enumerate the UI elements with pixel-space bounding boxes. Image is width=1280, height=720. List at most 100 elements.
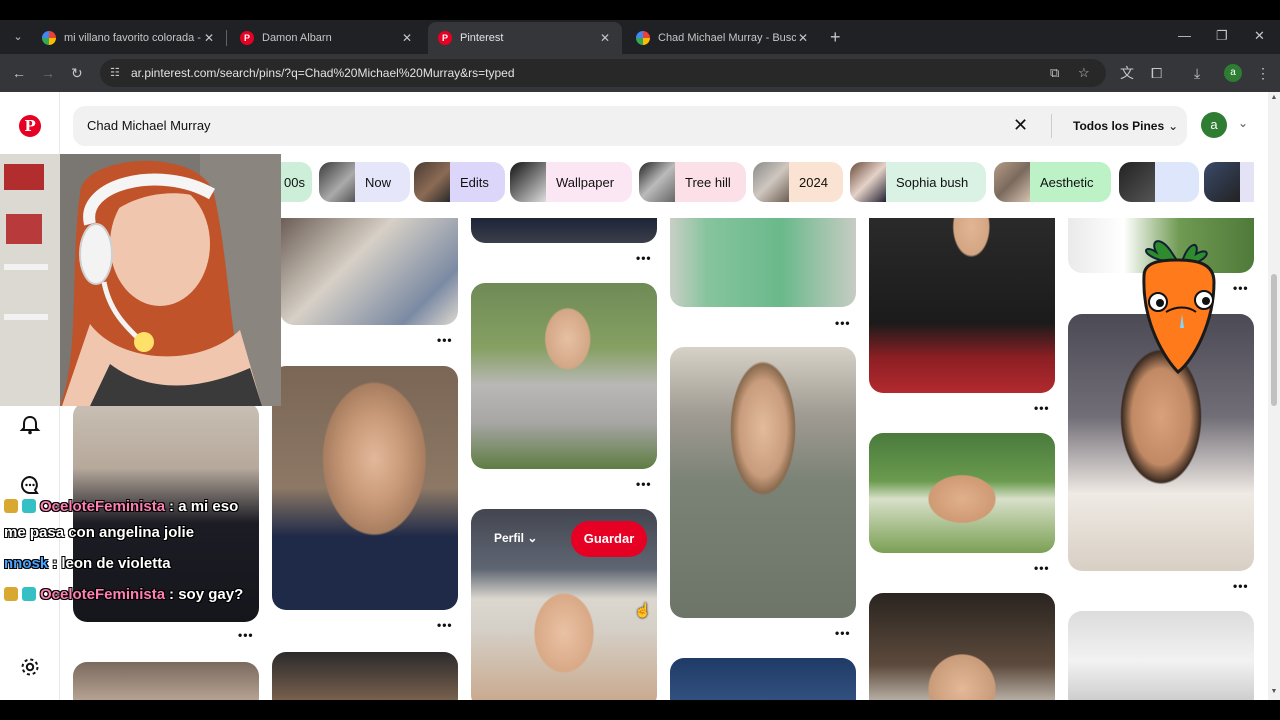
chip-thumbnail — [319, 162, 355, 202]
pin-more-options-icon[interactable]: ••• — [437, 333, 453, 347]
chip-thumbnail — [850, 162, 886, 202]
pin-image[interactable] — [471, 218, 657, 243]
browser-tab-1[interactable]: mi villano favorito colorada - B ✕ — [32, 22, 226, 54]
scrollbar-thumb[interactable] — [1271, 274, 1277, 406]
pin-image[interactable] — [670, 658, 856, 700]
site-info-icon[interactable]: ☷ — [110, 66, 124, 80]
chip-now[interactable]: Now — [319, 162, 410, 202]
chip-more-2[interactable] — [1204, 162, 1254, 202]
browser-tab-3-active[interactable]: P Pinterest ✕ — [428, 22, 622, 54]
save-pin-button[interactable]: Guardar — [571, 521, 647, 557]
chip-thumbnail — [994, 162, 1030, 202]
pin-image[interactable] — [73, 662, 259, 700]
chip-2024[interactable]: 2024 — [753, 162, 843, 202]
chip-label: 00s — [284, 174, 305, 190]
search-input[interactable]: Chad Michael Murray — [87, 118, 211, 133]
pin-image[interactable] — [272, 366, 458, 610]
pin-image[interactable] — [869, 218, 1055, 393]
pin-more-options-icon[interactable]: ••• — [238, 628, 254, 642]
scroll-down-arrow-icon[interactable]: ▼ — [1270, 688, 1278, 695]
pin-image[interactable] — [869, 433, 1055, 553]
chat-message: OceloteFeminista: soy gay? — [4, 586, 243, 603]
pin-image[interactable] — [272, 652, 458, 700]
page-scrollbar[interactable]: ▲ ▼ — [1268, 92, 1280, 700]
pin-image[interactable] — [670, 218, 856, 307]
install-app-icon[interactable]: ⧉ — [1050, 65, 1059, 81]
close-tab-icon[interactable]: ✕ — [598, 31, 612, 45]
chip-label: Aesthetic — [1040, 174, 1094, 190]
chip-label: 2024 — [799, 174, 828, 190]
pin-more-options-icon[interactable]: ••• — [835, 626, 851, 640]
pinterest-favicon-icon: P — [240, 31, 254, 45]
notifications-bell-icon[interactable] — [19, 414, 41, 436]
new-tab-plus-icon[interactable]: + — [830, 28, 841, 46]
download-icon[interactable]: ⤓ — [1194, 64, 1200, 82]
chat-text: : soy gay? — [169, 586, 244, 603]
browser-profile-avatar[interactable]: a — [1224, 64, 1242, 82]
close-window-icon[interactable]: ✕ — [1254, 28, 1265, 44]
back-arrow-icon[interactable]: ← — [12, 64, 26, 82]
reload-icon[interactable]: ↻ — [71, 64, 83, 82]
browser-tab-2[interactable]: P Damon Albarn ✕ — [230, 22, 424, 54]
search-bar[interactable]: Chad Michael Murray ✕ Todos los Pines ⌄ — [73, 106, 1187, 146]
address-bar[interactable]: ☷ ar.pinterest.com/search/pins/?q=Chad%2… — [100, 59, 1106, 87]
browser-toolbar: ← → ↻ ☷ ar.pinterest.com/search/pins/?q=… — [0, 54, 1280, 92]
tab-title: mi villano favorito colorada - B — [64, 32, 202, 44]
chat-message: OceloteFeminista: a mi eso — [4, 498, 238, 515]
pin-image[interactable] — [1068, 611, 1254, 700]
pin-image[interactable] — [471, 283, 657, 469]
clear-search-icon[interactable]: ✕ — [1013, 116, 1028, 134]
translate-icon[interactable]: 文 — [1120, 64, 1134, 82]
chip-00s[interactable]: 00s — [280, 162, 312, 202]
board-label: Perfil — [494, 531, 525, 545]
chat-badge-icon — [22, 499, 36, 513]
pin-image[interactable] — [670, 347, 856, 618]
account-chevron-down-icon[interactable]: ⌄ — [1238, 116, 1248, 130]
pinterest-logo-icon[interactable]: P — [19, 115, 41, 137]
screen-top-bar — [0, 0, 1280, 20]
chat-badge-icon — [4, 499, 18, 513]
pin-more-options-icon[interactable]: ••• — [1034, 401, 1050, 415]
browser-tab-4[interactable]: Chad Michael Murray - Buscar c ✕ — [626, 22, 820, 54]
chip-label: Wallpaper — [556, 174, 615, 190]
chip-sophia-bush[interactable]: Sophia bush — [850, 162, 986, 202]
address-url[interactable]: ar.pinterest.com/search/pins/?q=Chad%20M… — [131, 66, 515, 80]
scroll-up-arrow-icon[interactable]: ▲ — [1270, 94, 1278, 101]
pin-more-options-icon[interactable]: ••• — [1233, 579, 1249, 593]
minimize-icon[interactable]: — — [1178, 28, 1191, 44]
bookmark-star-icon[interactable]: ☆ — [1078, 65, 1090, 81]
chip-tree-hill[interactable]: Tree hill — [639, 162, 746, 202]
pin-image[interactable] — [869, 593, 1055, 700]
forward-arrow-icon[interactable]: → — [41, 64, 55, 82]
chat-username: OceloteFeminista — [40, 498, 166, 515]
chip-aesthetic[interactable]: Aesthetic — [994, 162, 1111, 202]
close-tab-icon[interactable]: ✕ — [796, 31, 810, 45]
related-search-chips: 00s Now Edits Wallpaper Tree hill 2024 S… — [280, 162, 1254, 204]
mouse-pointer-icon: ☝ — [634, 602, 652, 618]
restore-icon[interactable]: ❐ — [1216, 28, 1228, 44]
pin-more-options-icon[interactable]: ••• — [636, 477, 652, 491]
extensions-puzzle-icon[interactable]: ⧠ — [1151, 64, 1162, 82]
close-tab-icon[interactable]: ✕ — [202, 31, 216, 45]
board-select-dropdown[interactable]: Perfil ⌄ — [494, 531, 537, 545]
pin-more-options-icon[interactable]: ••• — [1233, 281, 1249, 295]
pin-more-options-icon[interactable]: ••• — [636, 251, 652, 265]
settings-gear-icon[interactable] — [19, 656, 41, 678]
google-favicon-icon — [636, 31, 650, 45]
pin-more-options-icon[interactable]: ••• — [835, 316, 851, 330]
tab-search-chevron-icon[interactable]: ⌄ — [8, 27, 28, 47]
pin-more-options-icon[interactable]: ••• — [1034, 561, 1050, 575]
chip-wallpaper[interactable]: Wallpaper — [510, 162, 632, 202]
user-avatar[interactable]: a — [1201, 112, 1227, 138]
chip-edits[interactable]: Edits — [414, 162, 505, 202]
pin-image[interactable] — [280, 218, 458, 325]
pinterest-favicon-icon: P — [438, 31, 452, 45]
close-tab-icon[interactable]: ✕ — [400, 31, 414, 45]
pin-more-options-icon[interactable]: ••• — [437, 618, 453, 632]
messages-chat-icon[interactable] — [19, 474, 41, 496]
more-menu-icon[interactable]: ⋮ — [1256, 64, 1270, 82]
chip-label: Edits — [460, 174, 489, 190]
tab-title: Pinterest — [460, 32, 504, 44]
pin-filter-dropdown[interactable]: Todos los Pines ⌄ — [1073, 119, 1178, 133]
chip-more[interactable] — [1119, 162, 1199, 202]
